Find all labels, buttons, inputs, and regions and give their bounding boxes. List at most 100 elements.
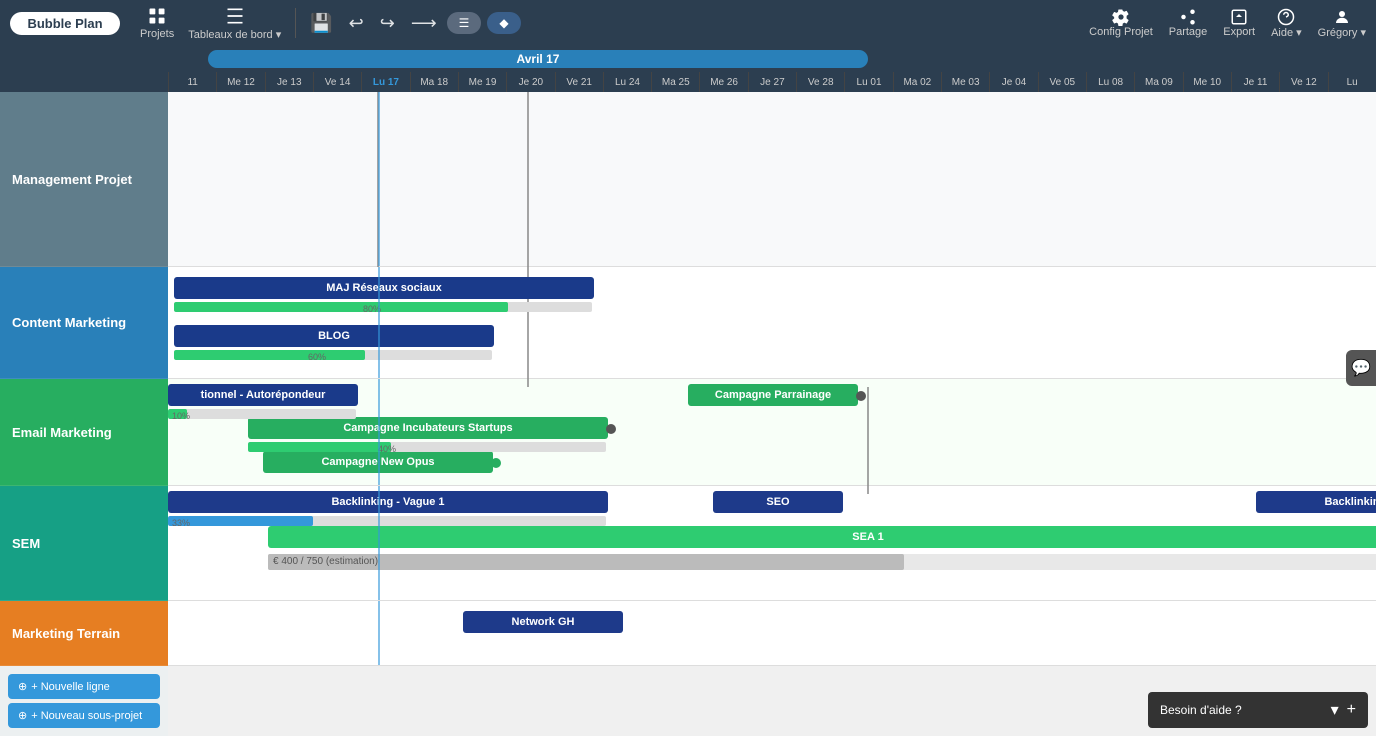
nav-aide[interactable]: Aide ▾	[1271, 8, 1302, 39]
help-expand-btn[interactable]: ▾	[1331, 700, 1339, 720]
bars-btn[interactable]: ☰	[447, 12, 482, 34]
bar-sea1[interactable]: SEA 1	[268, 526, 1376, 548]
progress-fill-maj	[174, 302, 508, 312]
save-icon[interactable]: 💾	[310, 13, 332, 34]
progress-back1	[168, 516, 606, 526]
bar-backlinking2[interactable]: Backlinking - Vague 2	[1256, 491, 1376, 513]
bar-maj-reseaux[interactable]: MAJ Réseaux sociaux	[174, 277, 594, 299]
progress-maj	[174, 302, 592, 312]
bar-newopus[interactable]: Campagne New Opus	[263, 451, 493, 473]
date-cell-9: Lu 24	[603, 72, 651, 92]
undo-icon[interactable]: ↩	[349, 13, 364, 34]
bar-incubateurs[interactable]: Campagne Incubateurs Startups	[248, 417, 608, 439]
date-cell-8: Ve 21	[555, 72, 603, 92]
gantt-area: Avril 17 11 Me 12 Je 13 Ve 14 Lu 17 Ma 1…	[168, 46, 1376, 736]
bottom-buttons: ⊕ + Nouvelle ligne ⊕ + Nouveau sous-proj…	[0, 666, 168, 736]
date-cell-2: Je 13	[265, 72, 313, 92]
gantt-rows: MAJ Réseaux sociaux 80% BLOG 60%	[168, 92, 1376, 736]
progress-label-auto: 10%	[172, 411, 190, 421]
date-cell-17: Je 04	[989, 72, 1037, 92]
date-header: 11 Me 12 Je 13 Ve 14 Lu 17 Ma 18 Me 19 J…	[168, 72, 1376, 92]
label-management: Management Projet	[0, 92, 168, 267]
date-cell-11: Me 26	[699, 72, 747, 92]
label-header	[0, 46, 168, 92]
progress-fill-blog	[174, 350, 365, 360]
date-cell-20: Ma 09	[1134, 72, 1182, 92]
date-cell-12: Je 27	[748, 72, 796, 92]
progress-incub	[248, 442, 606, 452]
main-container: Management Projet Content Marketing Emai…	[0, 46, 1376, 736]
center-buttons: ☰ ◆	[447, 12, 521, 34]
date-cell-1: Me 12	[216, 72, 264, 92]
label-email: Email Marketing	[0, 379, 168, 486]
month-header: Avril 17	[168, 46, 1376, 72]
help-widget: Besoin d'aide ? ▾ +	[1148, 692, 1368, 728]
date-cell-23: Ve 12	[1279, 72, 1327, 92]
arrow-icon[interactable]: ⟶	[411, 13, 437, 34]
progress-label-blog: 60%	[308, 352, 326, 362]
date-cell-6: Me 19	[458, 72, 506, 92]
diamond-btn[interactable]: ◆	[487, 12, 520, 34]
date-cell-18: Ve 05	[1038, 72, 1086, 92]
nav-divider-1	[295, 8, 296, 38]
date-cell-21: Me 10	[1183, 72, 1231, 92]
today-line	[378, 92, 380, 266]
label-terrain: Marketing Terrain	[0, 601, 168, 666]
date-cell-16: Me 03	[941, 72, 989, 92]
logo[interactable]: Bubble Plan	[10, 12, 120, 35]
bar-autorepondeur[interactable]: tionnel - Autorépondeur	[168, 384, 358, 406]
help-add-btn[interactable]: +	[1347, 701, 1356, 719]
budget-bar	[268, 554, 1376, 570]
date-cell-3: Ve 14	[313, 72, 361, 92]
budget-label: € 400 / 750 (estimation)	[273, 556, 378, 567]
redo-icon[interactable]: ↪	[380, 13, 395, 34]
date-cell-24: Lu	[1328, 72, 1376, 92]
today-line-terrain	[378, 601, 380, 665]
left-labels: Management Projet Content Marketing Emai…	[0, 46, 168, 736]
date-cell-4: Lu 17	[361, 72, 409, 92]
label-sem: SEM	[0, 486, 168, 601]
date-cell-7: Je 20	[506, 72, 554, 92]
progress-label-back1: 33%	[172, 518, 190, 528]
date-cell-15: Ma 02	[893, 72, 941, 92]
toolbar-icons: 💾 ↩ ↪ ⟶	[310, 13, 436, 34]
date-cell-0: 11	[168, 72, 216, 92]
label-content: Content Marketing	[0, 267, 168, 379]
nav-partage[interactable]: Partage	[1169, 8, 1208, 38]
nav-config[interactable]: Config Projet	[1089, 8, 1153, 38]
bar-seo[interactable]: SEO	[713, 491, 843, 513]
bar-parrainage[interactable]: Campagne Parrainage	[688, 384, 858, 406]
incub-dot	[606, 424, 616, 434]
gantt-row-management	[168, 92, 1376, 267]
nav-user[interactable]: Grégory ▾	[1318, 8, 1366, 39]
date-cell-13: Ve 28	[796, 72, 844, 92]
progress-label-maj: 80%	[363, 304, 381, 314]
nouvelle-ligne-btn[interactable]: ⊕ + Nouvelle ligne	[8, 674, 160, 699]
progress-label-incub: 40%	[378, 444, 396, 454]
progress-fill-incub	[248, 442, 391, 452]
help-label: Besoin d'aide ?	[1160, 703, 1323, 717]
progress-blog	[174, 350, 492, 360]
topnav: Bubble Plan Projets Tableaux de bord ▾ 💾…	[0, 0, 1376, 46]
date-cell-10: Ma 25	[651, 72, 699, 92]
month-bar: Avril 17	[208, 50, 868, 68]
nav-tableaux[interactable]: Tableaux de bord ▾	[188, 6, 281, 41]
gantt-row-content: MAJ Réseaux sociaux 80% BLOG 60%	[168, 267, 1376, 379]
gantt-row-terrain: Network GH	[168, 601, 1376, 666]
chat-bubble[interactable]: 💬	[1346, 350, 1376, 386]
date-cell-19: Lu 08	[1086, 72, 1134, 92]
date-cell-14: Lu 01	[844, 72, 892, 92]
gantt-row-email: tionnel - Autorépondeur 10% Campagne Par…	[168, 379, 1376, 486]
date-cell-5: Ma 18	[410, 72, 458, 92]
parrainage-dot	[856, 391, 866, 401]
progress-auto	[168, 409, 356, 419]
bar-networkgh[interactable]: Network GH	[463, 611, 623, 633]
nav-export[interactable]: Export	[1223, 8, 1255, 38]
nouveau-sous-projet-btn[interactable]: ⊕ + Nouveau sous-projet	[8, 703, 160, 728]
bar-backlinking1[interactable]: Backlinking - Vague 1	[168, 491, 608, 513]
nav-icons: Projets Tableaux de bord ▾	[140, 6, 281, 41]
bar-blog[interactable]: BLOG	[174, 325, 494, 347]
nav-projets[interactable]: Projets	[140, 6, 174, 40]
date-cell-22: Je 11	[1231, 72, 1279, 92]
newopus-dot	[491, 458, 501, 468]
